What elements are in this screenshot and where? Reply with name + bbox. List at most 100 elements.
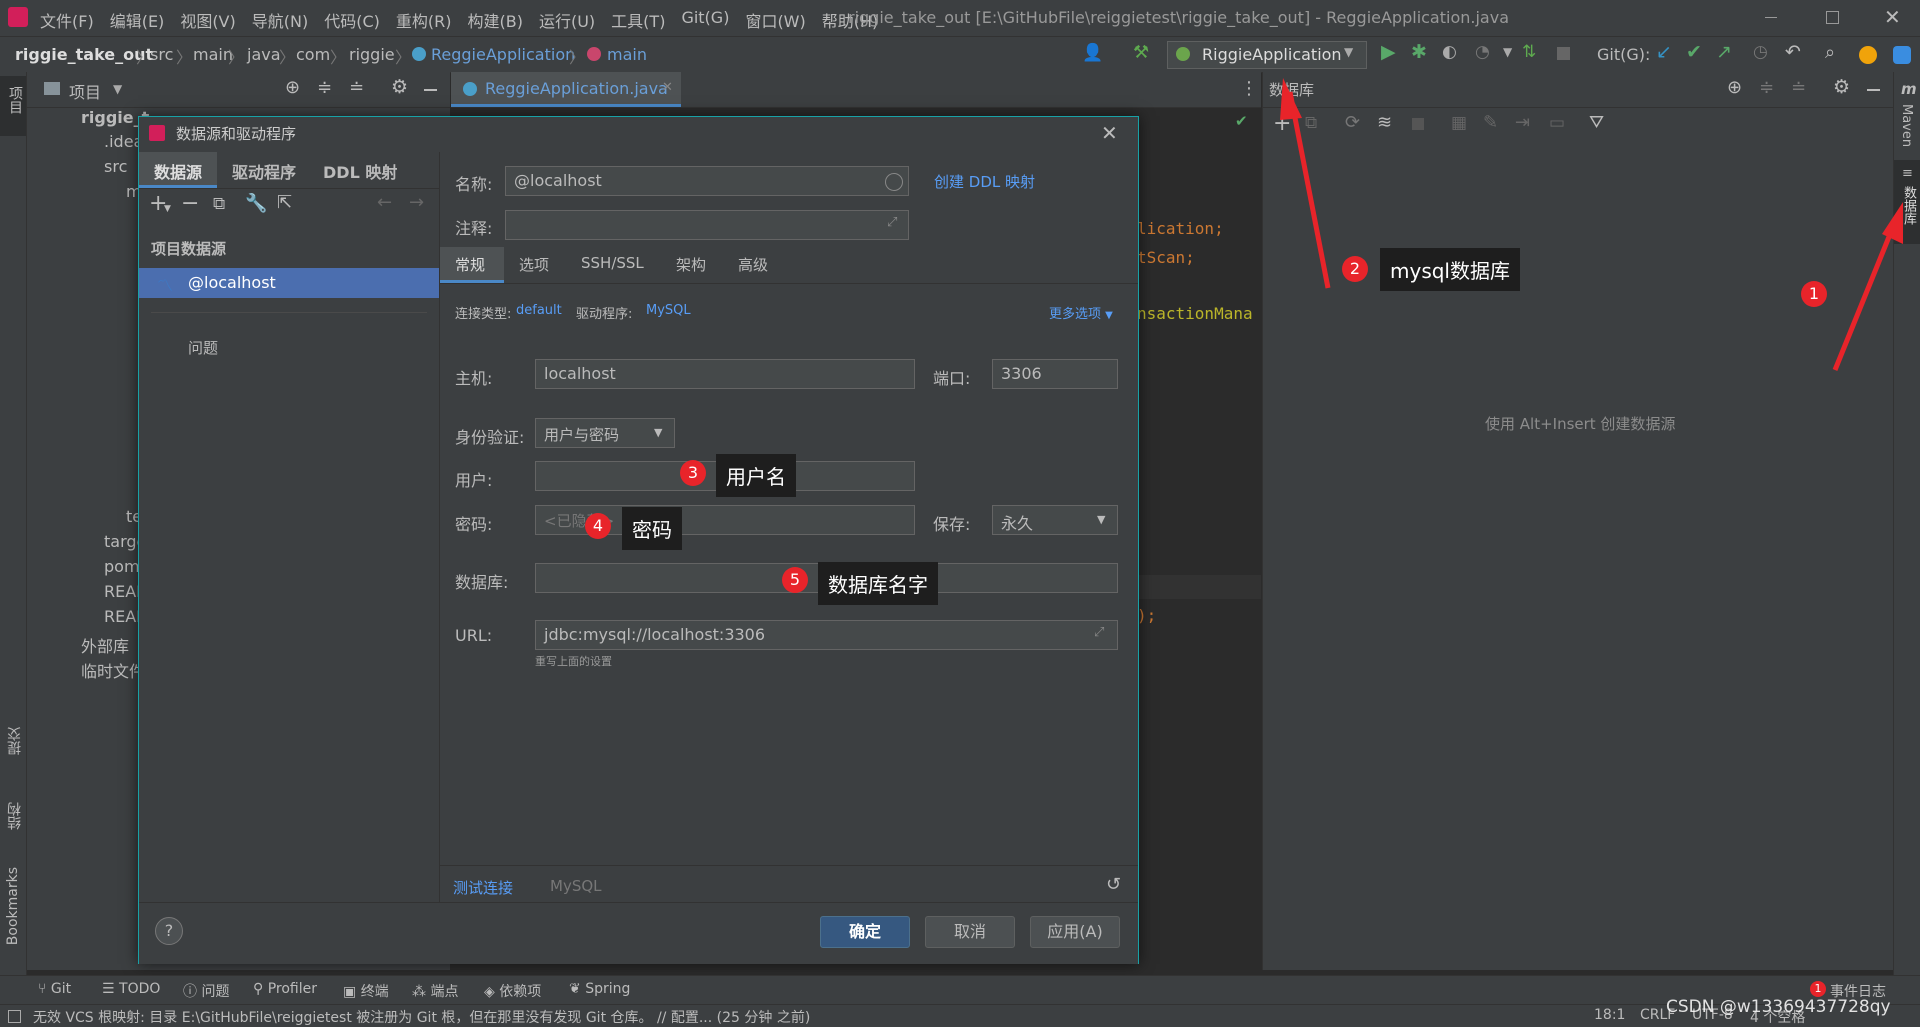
cancel-button[interactable]: 取消 <box>925 916 1015 948</box>
host-field[interactable]: localhost <box>535 359 915 389</box>
intellij-logo-icon <box>149 125 165 141</box>
caret-position[interactable]: 18:1 <box>1594 1007 1625 1023</box>
terminal-icon: ▣ <box>343 984 361 1000</box>
chevron-down-icon: ▼ <box>1097 513 1106 526</box>
step-badge-2: 2 <box>1342 256 1368 282</box>
user-label: 用户: <box>455 471 493 490</box>
endpoints-icon: ⁂ <box>412 984 431 1000</box>
step-badge-3: 3 <box>680 460 706 486</box>
annotation-password: 密码 <box>622 507 682 550</box>
tab-datasources[interactable]: 数据源 <box>139 152 217 188</box>
name-field[interactable]: @localhost <box>505 166 909 196</box>
status-message[interactable]: 无效 VCS 根映射: 目录 E:\GitHubFile\reiggietest… <box>33 1007 810 1027</box>
port-field[interactable]: 3306 <box>992 359 1118 389</box>
wrench-icon[interactable]: 🔧 <box>245 193 267 214</box>
tab-ssh-ssl[interactable]: SSH/SSL <box>581 254 644 272</box>
forward-arrow-icon[interactable]: → <box>409 192 424 213</box>
annotation-mysql-database: mysql数据库 <box>1380 248 1520 291</box>
host-value: localhost <box>544 364 616 383</box>
comment-label: 注释: <box>455 219 493 238</box>
git-tool-label: Git <box>50 981 72 997</box>
project-datasources-header: 项目数据源 <box>151 240 227 258</box>
left-divider <box>151 312 427 313</box>
datasource-item[interactable]: 〽 @localhost <box>139 268 439 298</box>
test-connection-link[interactable]: 测试连接 <box>453 877 513 898</box>
tab-schemas[interactable]: 架构 <box>676 254 706 275</box>
tab-advanced[interactable]: 高级 <box>738 254 768 275</box>
password-label: 密码: <box>455 515 493 534</box>
spring-leaf-icon: ❦ <box>569 981 586 997</box>
annotation-database-name: 数据库名字 <box>818 562 938 605</box>
arrow-to-database-panel <box>1280 78 1331 289</box>
connection-type-label: 连接类型: <box>455 307 512 322</box>
chevron-down-icon: ▼ <box>164 204 171 214</box>
status-bar: 无效 VCS 根映射: 目录 E:\GitHubFile\reiggietest… <box>0 997 1920 1027</box>
tab-general[interactable]: 常规 <box>440 247 504 283</box>
status-square-icon[interactable] <box>8 1010 21 1023</box>
connection-type-value[interactable]: default <box>516 303 562 318</box>
tab-datasources-label: 数据源 <box>154 163 203 182</box>
help-label: ? <box>164 921 174 940</box>
driver-value[interactable]: MySQL <box>646 303 691 318</box>
driver-label: 驱动程序: <box>576 307 633 322</box>
ok-label: 确定 <box>848 922 881 941</box>
close-dialog-icon[interactable]: ✕ <box>1101 121 1118 145</box>
save-label: 保存: <box>933 515 971 534</box>
auth-value: 用户与密码 <box>544 426 620 444</box>
export-icon[interactable]: ⇱ <box>277 192 292 213</box>
tab-ddl-mappings[interactable]: DDL 映射 <box>323 159 397 183</box>
step-badge-5: 5 <box>782 567 808 593</box>
list-icon: ☰ <box>102 981 120 997</box>
problems-item[interactable]: 问题 <box>188 337 218 358</box>
tab-drivers[interactable]: 驱动程序 <box>232 159 296 183</box>
url-value: jdbc:mysql://localhost:3306 <box>544 625 766 644</box>
create-ddl-mapping-link[interactable]: 创建 DDL 映射 <box>934 171 1035 192</box>
more-options-label: 更多选项 <box>1049 307 1102 322</box>
terminal-tool-tab[interactable]: ▣ 终端 <box>343 981 389 1001</box>
remove-icon[interactable]: − <box>181 191 199 216</box>
todo-tool-tab[interactable]: ☰ TODO <box>102 981 160 997</box>
color-circle-icon[interactable] <box>885 173 903 191</box>
help-button[interactable]: ? <box>155 917 183 945</box>
step-badge-4: 4 <box>585 513 611 539</box>
annotation-username: 用户名 <box>716 454 796 497</box>
duplicate-icon[interactable]: ⧉ <box>213 194 225 214</box>
spring-tool-tab[interactable]: ❦ Spring <box>569 981 630 997</box>
dialog-titlebar: 数据源和驱动程序 ✕ <box>139 117 1138 149</box>
expand-icon[interactable]: ⤢ <box>887 215 897 230</box>
apply-button[interactable]: 应用(A) <box>1030 916 1120 948</box>
more-options-link[interactable]: 更多选项 ▼ <box>1049 303 1113 322</box>
auth-label: 身份验证: <box>455 428 525 447</box>
dialog-button-bar: ? 确定 取消 应用(A) <box>139 902 1138 964</box>
auth-select[interactable]: 用户与密码 ▼ <box>535 418 675 448</box>
back-arrow-icon[interactable]: ← <box>377 192 392 213</box>
spring-tool-label: Spring <box>585 981 631 997</box>
left-tab-bar: 数据源 驱动程序 DDL 映射 <box>139 152 439 189</box>
ok-button[interactable]: 确定 <box>820 916 910 948</box>
endpoints-tool-tab[interactable]: ⁂ 端点 <box>412 981 458 1001</box>
name-field-value: @localhost <box>514 171 602 190</box>
reset-icon[interactable]: ↺ <box>1106 874 1121 895</box>
port-value: 3306 <box>1001 364 1042 383</box>
url-label: URL: <box>455 626 493 645</box>
info-icon: ⓘ <box>183 984 202 1000</box>
git-tool-tab[interactable]: ⑂ Git <box>38 981 71 997</box>
todo-tool-label: TODO <box>119 981 161 997</box>
dialog-left-pane: 数据源 驱动程序 DDL 映射 + ▼ − ⧉ 🔧 ⇱ ← → 项目数据源 〽 … <box>139 152 440 937</box>
csdn-watermark: CSDN @w13369437728qy <box>1666 997 1891 1017</box>
driver-footer-label: MySQL <box>550 877 602 895</box>
left-toolbar: + ▼ − ⧉ 🔧 ⇱ ← → <box>139 189 439 223</box>
event-log-badge: 1 <box>1810 981 1826 997</box>
bottom-tool-bar: ⑂ Git ☰ TODO ⓘ 问题 ⚲ Profiler ▣ 终端 ⁂ 端点 ◈… <box>0 975 1920 1004</box>
tab-options[interactable]: 选项 <box>519 254 549 275</box>
comment-field[interactable]: ⤢ <box>505 210 909 240</box>
url-field[interactable]: jdbc:mysql://localhost:3306 ⤢ <box>535 620 1118 650</box>
save-select[interactable]: 永久 ▼ <box>992 505 1118 535</box>
problems-tool-tab[interactable]: ⓘ 问题 <box>183 981 229 1001</box>
profiler-icon: ⚲ <box>253 981 268 997</box>
profiler-tool-tab[interactable]: ⚲ Profiler <box>253 981 317 997</box>
arrow-to-database-tab <box>1832 202 1903 371</box>
datasource-item-label: @localhost <box>188 273 276 292</box>
expand-icon[interactable]: ⤢ <box>1094 625 1104 640</box>
dependencies-tool-tab[interactable]: ◈ 依赖项 <box>484 981 541 1001</box>
